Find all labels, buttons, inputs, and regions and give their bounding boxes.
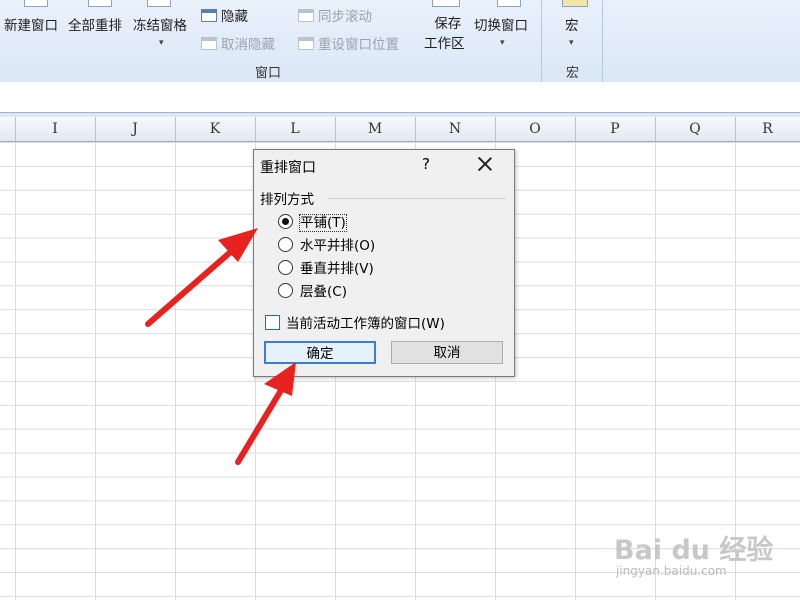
arrange-windows-dialog: 重排窗口 ? 排列方式 平铺(T) 水平并排(O) 垂直并排(V) 层叠(C) … [253, 149, 515, 377]
save-workspace-icon [432, 0, 460, 7]
radio-tiled[interactable]: 平铺(T) [278, 211, 347, 232]
reset-position-button[interactable]: 重设窗口位置 [298, 33, 399, 53]
save-workspace-label-line1: 保存 [434, 16, 462, 32]
radio-vertical-label: 垂直并排(V) [300, 261, 374, 277]
group-separator [541, 0, 542, 82]
freeze-panes-chevron-icon: ▾ [159, 38, 164, 48]
column-header[interactable]: P [575, 117, 656, 141]
close-icon[interactable] [476, 155, 494, 173]
column-header[interactable]: O [495, 117, 576, 141]
cancel-button[interactable]: 取消 [391, 341, 503, 364]
arrange-all-label: 全部重排 [68, 18, 122, 34]
new-window-button[interactable]: 新建窗口 [4, 14, 58, 34]
radio-cascade[interactable]: 层叠(C) [278, 280, 347, 300]
checkbox-icon [265, 315, 280, 330]
macros-button[interactable]: 宏 [565, 14, 579, 34]
active-workbook-checkbox[interactable]: 当前活动工作簿的窗口(W) [265, 312, 445, 332]
column-header[interactable]: L [255, 117, 336, 141]
column-header[interactable]: K [175, 117, 256, 141]
new-window-label: 新建窗口 [4, 18, 58, 34]
radio-tiled-label: 平铺(T) [299, 214, 347, 232]
radio-icon [278, 283, 293, 298]
column-header-spacer [0, 117, 16, 141]
column-header-row: I J K L M N O P Q R [0, 117, 800, 142]
help-button[interactable]: ? [422, 155, 430, 173]
save-workspace-label-line2: 工作区 [424, 36, 465, 52]
unhide-window-icon [201, 37, 217, 50]
radio-icon [278, 260, 293, 275]
switch-windows-button[interactable]: 切换窗口 [474, 14, 528, 34]
reset-position-icon [298, 37, 314, 50]
macros-chevron-icon: ▾ [569, 38, 574, 48]
active-workbook-label: 当前活动工作簿的窗口(W) [286, 316, 445, 332]
switch-windows-icon [497, 0, 521, 7]
radio-vertical[interactable]: 垂直并排(V) [278, 257, 374, 277]
arrange-group-title: 排列方式 [260, 192, 314, 208]
unhide-button[interactable]: 取消隐藏 [201, 33, 275, 53]
sync-scroll-icon [298, 9, 314, 22]
hide-button[interactable]: 隐藏 [201, 5, 248, 25]
macros-label: 宏 [565, 18, 579, 34]
radio-selected-icon [278, 214, 293, 229]
dialog-title: 重排窗口 [260, 160, 316, 176]
radio-icon [278, 237, 293, 252]
column-header[interactable]: R [735, 117, 800, 141]
ribbon: 新建窗口 全部重排 冻结窗格 ▾ 隐藏 取消隐藏 同步滚动 重设窗口位置 保存 … [0, 0, 800, 83]
baidu-jingyan-watermark: Bai du 经验 jingyan.baidu.com [612, 520, 774, 590]
group-divider [328, 198, 506, 199]
hide-label: 隐藏 [221, 9, 248, 25]
watermark-logo-text: Bai du 经验 [614, 535, 774, 566]
column-header[interactable]: M [335, 117, 416, 141]
macros-icon [562, 0, 588, 7]
ok-button[interactable]: 确定 [264, 341, 376, 364]
formula-bar-area [0, 82, 800, 112]
freeze-panes-icon [147, 0, 171, 7]
save-workspace-button[interactable]: 保存 工作区 [424, 14, 465, 54]
macro-group-label: 宏 [566, 66, 580, 81]
column-header[interactable]: I [15, 117, 96, 141]
radio-horizontal[interactable]: 水平并排(O) [278, 234, 375, 254]
freeze-panes-button[interactable]: 冻结窗格 [133, 14, 187, 34]
window-group-label: 窗口 [255, 66, 282, 81]
reset-position-label: 重设窗口位置 [318, 37, 399, 53]
radio-horizontal-label: 水平并排(O) [300, 238, 376, 254]
group-separator [602, 0, 603, 82]
new-window-icon [24, 0, 48, 7]
column-header[interactable]: J [95, 117, 176, 141]
column-header[interactable]: Q [655, 117, 736, 141]
column-header[interactable]: N [415, 117, 496, 141]
switch-windows-label: 切换窗口 [474, 18, 528, 34]
radio-cascade-label: 层叠(C) [300, 284, 347, 300]
sync-scroll-label: 同步滚动 [318, 9, 372, 25]
arrange-all-icon [88, 0, 112, 7]
arrange-all-button[interactable]: 全部重排 [68, 14, 122, 34]
watermark-url-text: jingyan.baidu.com [616, 564, 727, 578]
sync-scroll-button[interactable]: 同步滚动 [298, 5, 372, 25]
hide-window-icon [201, 9, 217, 22]
switch-windows-chevron-icon: ▾ [500, 38, 505, 48]
unhide-label: 取消隐藏 [221, 37, 275, 53]
freeze-panes-label: 冻结窗格 [133, 18, 187, 34]
